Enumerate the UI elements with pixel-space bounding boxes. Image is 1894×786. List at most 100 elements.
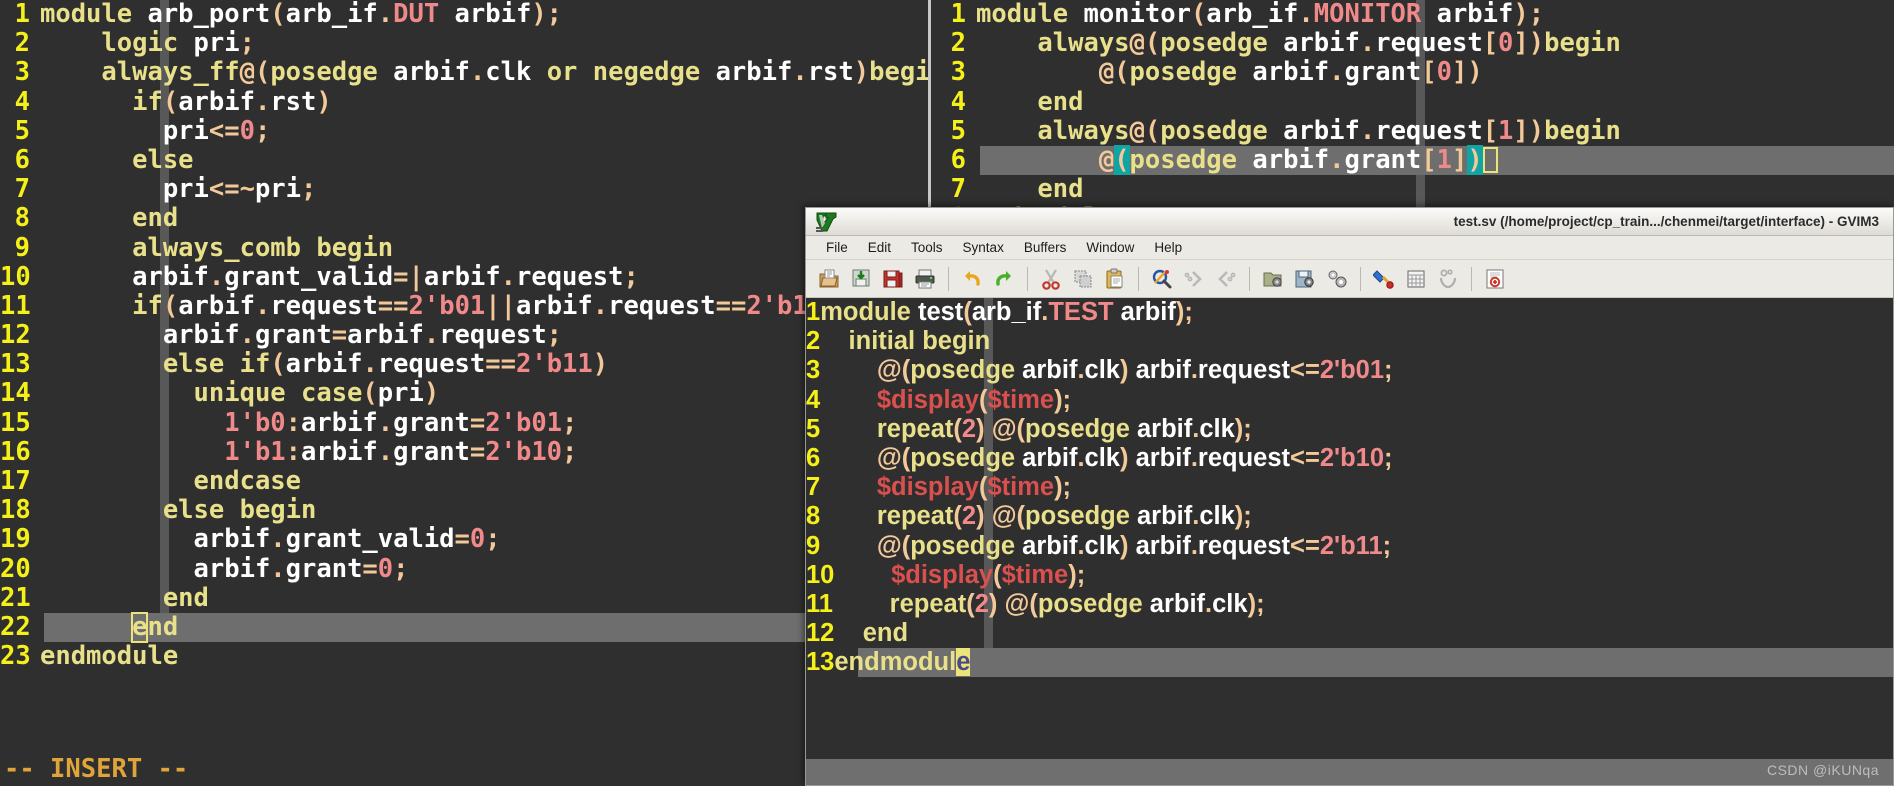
find-next-icon[interactable] (1179, 264, 1209, 294)
code-line[interactable]: 1 module monitor(arb_if.MONITOR arbif); (936, 0, 1621, 29)
shell-icon[interactable] (1401, 264, 1431, 294)
code-line[interactable]: 8 end (0, 204, 928, 233)
token-op: : (285, 407, 302, 438)
code-line[interactable]: 5 repeat(2) @(posedge arbif.clk); (806, 415, 1393, 444)
find-previous-icon[interactable] (1211, 264, 1241, 294)
code-line[interactable]: 6 @(posedge arbif.clk) arbif.request<=2'… (806, 444, 1393, 473)
code-line[interactable]: 4 end (936, 87, 1621, 117)
code-line[interactable]: 2 initial begin (806, 327, 1393, 356)
code-line[interactable]: 5 pri<=0; (0, 116, 928, 146)
token-op: ( (270, 349, 286, 380)
menu-edit[interactable]: Edit (858, 238, 901, 257)
vim-pane-arb-port[interactable]: 1 module arb_port(arb_if.DUT arbif); 2 log… (0, 0, 928, 786)
line-number: 23 (0, 641, 31, 672)
code-line[interactable]: 12 arbif.grant=arbif.request; (0, 320, 928, 350)
save-file-icon[interactable] (846, 264, 876, 294)
token-id: request (1197, 443, 1291, 472)
code-line[interactable]: 22 end (0, 611, 928, 644)
code-line[interactable]: 1 module arb_port(arb_if.DUT arbif); (0, 0, 928, 29)
code-line[interactable]: 7 pri<=~pri; (0, 174, 928, 205)
code-line[interactable]: 11 if(arbif.request==2'b01||arbif.reques… (0, 290, 928, 321)
code-line[interactable]: 4 $display($time); (806, 386, 1393, 415)
paste-icon[interactable] (1100, 264, 1130, 294)
token-id: grant_valid (224, 261, 394, 292)
menu-help[interactable]: Help (1144, 238, 1192, 257)
code-line[interactable]: 13endmodule (806, 648, 1893, 678)
code-line[interactable]: 11 repeat(2) @(posedge arbif.clk); (806, 590, 1393, 619)
run-script-icon[interactable] (1322, 264, 1352, 294)
menu-tools[interactable]: Tools (901, 238, 953, 257)
load-session-icon[interactable] (1258, 264, 1288, 294)
code-line[interactable]: 7 $display($time); (806, 473, 1393, 502)
line-number: 8 (14, 203, 30, 234)
token-id: arbif (1135, 356, 1191, 385)
open-file-icon[interactable] (814, 264, 844, 294)
token-id: rst (807, 57, 854, 88)
line-number: 4 (14, 86, 30, 117)
menu-syntax[interactable]: Syntax (953, 238, 1014, 257)
code-line[interactable]: 10 arbif.grant_valid=|arbif.request; (0, 261, 928, 292)
token-op: [ (1482, 115, 1499, 146)
menu-window[interactable]: Window (1076, 238, 1144, 257)
help-icon[interactable] (1480, 264, 1510, 294)
code-line[interactable]: 6 else (0, 145, 928, 175)
toolbar-separator (1471, 266, 1472, 291)
save-all-icon[interactable] (878, 264, 908, 294)
line-number: 9 (14, 232, 30, 263)
code-line[interactable]: 3 always_ff@(posedge arbif.clk or negedg… (0, 58, 928, 87)
gvim-window[interactable]: test.sv (/home/project/cp_train.../chenm… (805, 207, 1894, 786)
menu-buffers[interactable]: Buffers (1014, 238, 1077, 257)
line-number: 14 (0, 378, 31, 409)
print-icon[interactable] (910, 264, 940, 294)
code-line[interactable]: 4 if(arbif.rst) (0, 86, 928, 117)
code-line[interactable]: 5 always@(posedge arbif.request[1])begin (936, 115, 1621, 146)
code-line[interactable]: 20 arbif.grant=0; (0, 554, 928, 584)
token-op: . (1298, 0, 1314, 29)
code-line[interactable]: 23 endmodule (0, 641, 928, 672)
code-line[interactable]: 19 arbif.grant_valid=0; (0, 525, 928, 554)
code-line[interactable]: 7 end (936, 174, 1621, 204)
cut-icon[interactable] (1036, 264, 1066, 294)
code-line[interactable]: 21 end (0, 583, 928, 613)
token-id (40, 57, 101, 87)
gvim-titlebar[interactable]: test.sv (/home/project/cp_train.../chenm… (806, 208, 1893, 236)
code-area-test[interactable]: 1module test(arb_if.TEST arbif); 2 initia… (806, 298, 1893, 678)
menu-file[interactable]: File (816, 238, 858, 257)
line-content: end (40, 203, 178, 233)
code-line[interactable]: 3 @(posedge arbif.grant[0]) (936, 58, 1621, 87)
code-line[interactable]: 16 1'b1:arbif.grant=2'b10; (0, 437, 928, 467)
code-line[interactable]: 2 always@(posedge arbif.request[0])begin (936, 28, 1621, 58)
token-id: pri (162, 174, 209, 205)
make-tags-icon[interactable] (1433, 264, 1463, 294)
gvim-menubar[interactable]: File Edit Tools Syntax Buffers Window Help (806, 236, 1893, 260)
gvim-editor-area[interactable]: 1module test(arb_if.TEST arbif); 2 initia… (806, 298, 1893, 759)
code-line[interactable]: 6 @(posedge arbif.grant[1]) (936, 144, 1894, 176)
token-kw: repeat (876, 502, 954, 531)
code-line[interactable]: 1module test(arb_if.TEST arbif); (806, 298, 1393, 327)
gvim-toolbar[interactable] (806, 260, 1893, 298)
save-session-icon[interactable] (1290, 264, 1320, 294)
token-id: request (515, 261, 624, 292)
find-icon[interactable] (1147, 264, 1177, 294)
undo-icon[interactable] (957, 264, 987, 294)
code-line[interactable]: 9 @(posedge arbif.clk) arbif.request<=2'… (806, 532, 1393, 561)
token-op: . (1077, 443, 1085, 472)
code-line[interactable]: 10 $display($time); (806, 561, 1393, 590)
code-line[interactable]: 12 end (806, 619, 1393, 648)
code-line[interactable]: 14 unique case(pri) (0, 379, 928, 408)
code-line[interactable]: 2 logic pri; (0, 28, 928, 58)
token-op: ( (162, 290, 179, 321)
token-id: arbif (193, 524, 271, 555)
code-line[interactable]: 13 else if(arbif.request==2'b11) (0, 350, 928, 379)
code-line[interactable]: 9 always_comb begin (0, 232, 928, 263)
copy-icon[interactable] (1068, 264, 1098, 294)
redo-icon[interactable] (989, 264, 1019, 294)
code-line[interactable]: 3 @(posedge arbif.clk) arbif.request<=2'… (806, 356, 1393, 385)
code-line[interactable]: 17 endcase (0, 466, 928, 496)
code-area-arb-port[interactable]: 1 module arb_port(arb_if.DUT arbif); 2 log… (0, 0, 928, 671)
code-line[interactable]: 15 1'b0:arbif.grant=2'b01; (0, 407, 928, 438)
code-area-monitor[interactable]: 1 module monitor(arb_if.MONITOR arbif); 2 … (936, 0, 1894, 234)
code-line[interactable]: 18 else begin (0, 495, 928, 525)
code-line[interactable]: 8 repeat(2) @(posedge arbif.clk); (806, 502, 1393, 531)
make-icon[interactable] (1369, 264, 1399, 294)
